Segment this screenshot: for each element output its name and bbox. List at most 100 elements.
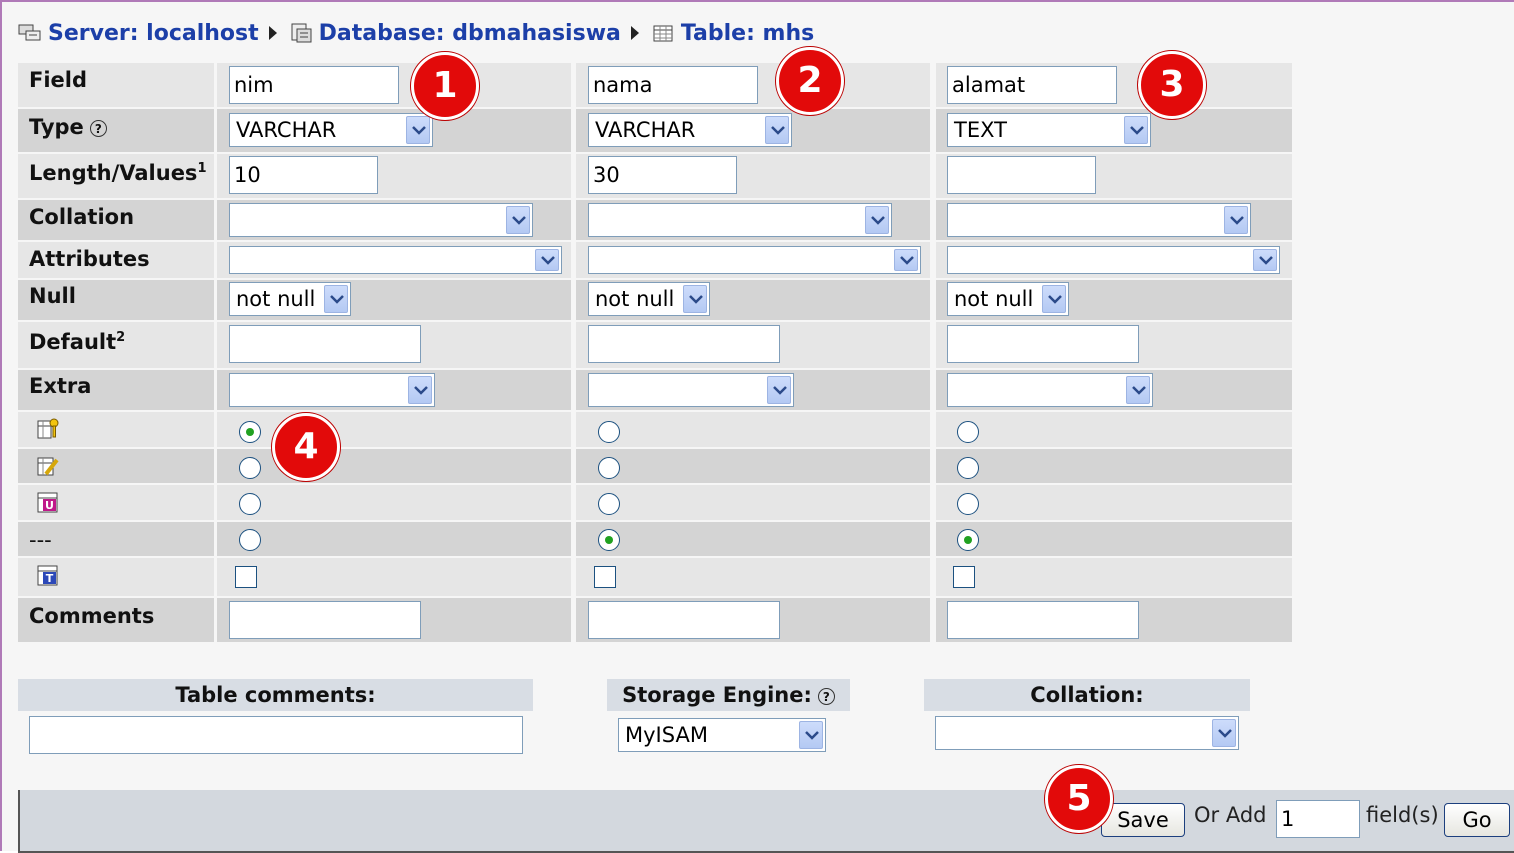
label-extra: Extra — [29, 374, 92, 398]
default-input-2[interactable] — [588, 325, 780, 363]
chevron-down-icon — [1126, 376, 1150, 404]
breadcrumb-database-link[interactable]: Database: dbmahasiswa — [319, 21, 621, 46]
label-length-values: Length/Values1 — [29, 161, 207, 185]
chevron-down-icon — [799, 721, 823, 749]
help-icon[interactable]: ? — [89, 119, 107, 137]
null-select-2[interactable]: not null — [588, 282, 710, 316]
storage-engine-header: Storage Engine:? — [607, 679, 850, 711]
none-radio-1[interactable] — [239, 529, 261, 551]
collation-select-2[interactable] — [588, 203, 892, 237]
attributes-select-2[interactable] — [588, 246, 921, 274]
label-field: Field — [29, 68, 88, 92]
breadcrumb-table-link[interactable]: Table: mhs — [681, 21, 814, 46]
row-null: Null not null not null not null — [18, 280, 1292, 320]
help-icon[interactable]: ? — [817, 687, 835, 705]
annotation-badge-3: 3 — [1138, 51, 1206, 119]
chevron-down-icon — [1224, 206, 1248, 234]
row-extra: Extra — [18, 370, 1292, 410]
breadcrumb-server-link[interactable]: Server: localhost — [48, 21, 259, 46]
comments-input-1[interactable] — [229, 601, 421, 639]
chevron-down-icon — [1124, 116, 1148, 144]
chevron-down-icon — [506, 206, 530, 234]
chevron-down-icon — [406, 116, 430, 144]
chevron-down-icon — [1253, 249, 1277, 271]
table-icon — [653, 25, 673, 42]
database-icon — [291, 23, 312, 43]
row-none: --- — [18, 522, 1292, 556]
chevron-down-icon — [408, 376, 432, 404]
type-select-3[interactable]: TEXT — [947, 113, 1151, 147]
fulltext-checkbox-1[interactable] — [235, 566, 257, 588]
row-default: Default2 — [18, 322, 1292, 368]
server-icon — [18, 24, 41, 41]
field-name-input-2[interactable]: nama — [588, 66, 758, 104]
table-comments-header: Table comments: — [18, 679, 533, 711]
index-radio-3[interactable] — [957, 457, 979, 479]
length-input-2[interactable]: 30 — [588, 156, 737, 194]
footer-bar: Save Or Add 1 field(s) Go — [18, 790, 1514, 853]
go-button[interactable]: Go — [1444, 803, 1510, 837]
index-icon — [37, 457, 59, 476]
extra-select-3[interactable] — [947, 373, 1153, 407]
default-input-3[interactable] — [947, 325, 1139, 363]
comments-input-2[interactable] — [588, 601, 780, 639]
save-button[interactable]: Save — [1101, 803, 1185, 837]
chevron-down-icon — [767, 376, 791, 404]
collation-select-1[interactable] — [229, 203, 533, 237]
breadcrumb-separator-icon — [268, 26, 277, 40]
fulltext-checkbox-2[interactable] — [594, 566, 616, 588]
or-add-label: Or Add — [1194, 803, 1267, 827]
breadcrumb: Server: localhost Database: dbmahasiswa … — [18, 16, 814, 50]
row-unique: U — [18, 485, 1292, 520]
null-select-1[interactable]: not null — [229, 282, 351, 316]
row-fulltext: T — [18, 558, 1292, 596]
label-null: Null — [29, 284, 76, 308]
null-select-3[interactable]: not null — [947, 282, 1069, 316]
field-name-input-1[interactable]: nim — [229, 66, 399, 104]
annotation-badge-5: 5 — [1045, 765, 1113, 833]
index-radio-2[interactable] — [598, 457, 620, 479]
table-collation-select[interactable] — [935, 716, 1239, 750]
label-comments: Comments — [29, 604, 155, 628]
unique-radio-3[interactable] — [957, 493, 979, 515]
length-input-1[interactable]: 10 — [229, 156, 378, 194]
row-type: Type? VARCHAR VARCHAR TEXT — [18, 109, 1292, 152]
chevron-down-icon — [1042, 285, 1066, 313]
row-field: Field nim nama alamat — [18, 63, 1292, 107]
unique-radio-2[interactable] — [598, 493, 620, 515]
length-input-3[interactable] — [947, 156, 1096, 194]
primary-radio-2[interactable] — [598, 421, 620, 443]
attributes-select-1[interactable] — [229, 246, 562, 274]
chevron-down-icon — [324, 285, 348, 313]
add-fields-count-input[interactable]: 1 — [1276, 800, 1360, 838]
table-comments-input[interactable] — [29, 716, 523, 754]
extra-select-1[interactable] — [229, 373, 435, 407]
unique-icon: U — [37, 492, 58, 513]
collation-select-3[interactable] — [947, 203, 1251, 237]
none-radio-2[interactable] — [598, 529, 620, 551]
comments-input-3[interactable] — [947, 601, 1139, 639]
primary-radio-1[interactable] — [239, 421, 261, 443]
extra-select-2[interactable] — [588, 373, 794, 407]
label-attributes: Attributes — [29, 247, 150, 271]
label-none: --- — [29, 528, 52, 552]
storage-engine-select[interactable]: MyISAM — [618, 718, 826, 752]
unique-radio-1[interactable] — [239, 493, 261, 515]
label-default: Default2 — [29, 330, 126, 354]
row-comments: Comments — [18, 598, 1292, 642]
fulltext-icon: T — [37, 565, 58, 586]
type-select-1[interactable]: VARCHAR — [229, 113, 433, 147]
row-primary — [18, 412, 1292, 447]
fulltext-checkbox-3[interactable] — [953, 566, 975, 588]
type-select-2[interactable]: VARCHAR — [588, 113, 792, 147]
primary-radio-3[interactable] — [957, 421, 979, 443]
default-input-1[interactable] — [229, 325, 421, 363]
svg-text:U: U — [45, 499, 54, 512]
fields-label: field(s) — [1366, 803, 1439, 827]
chevron-down-icon — [683, 285, 707, 313]
breadcrumb-separator-icon — [630, 26, 639, 40]
field-name-input-3[interactable]: alamat — [947, 66, 1117, 104]
attributes-select-3[interactable] — [947, 246, 1280, 274]
index-radio-1[interactable] — [239, 457, 261, 479]
none-radio-3[interactable] — [957, 529, 979, 551]
